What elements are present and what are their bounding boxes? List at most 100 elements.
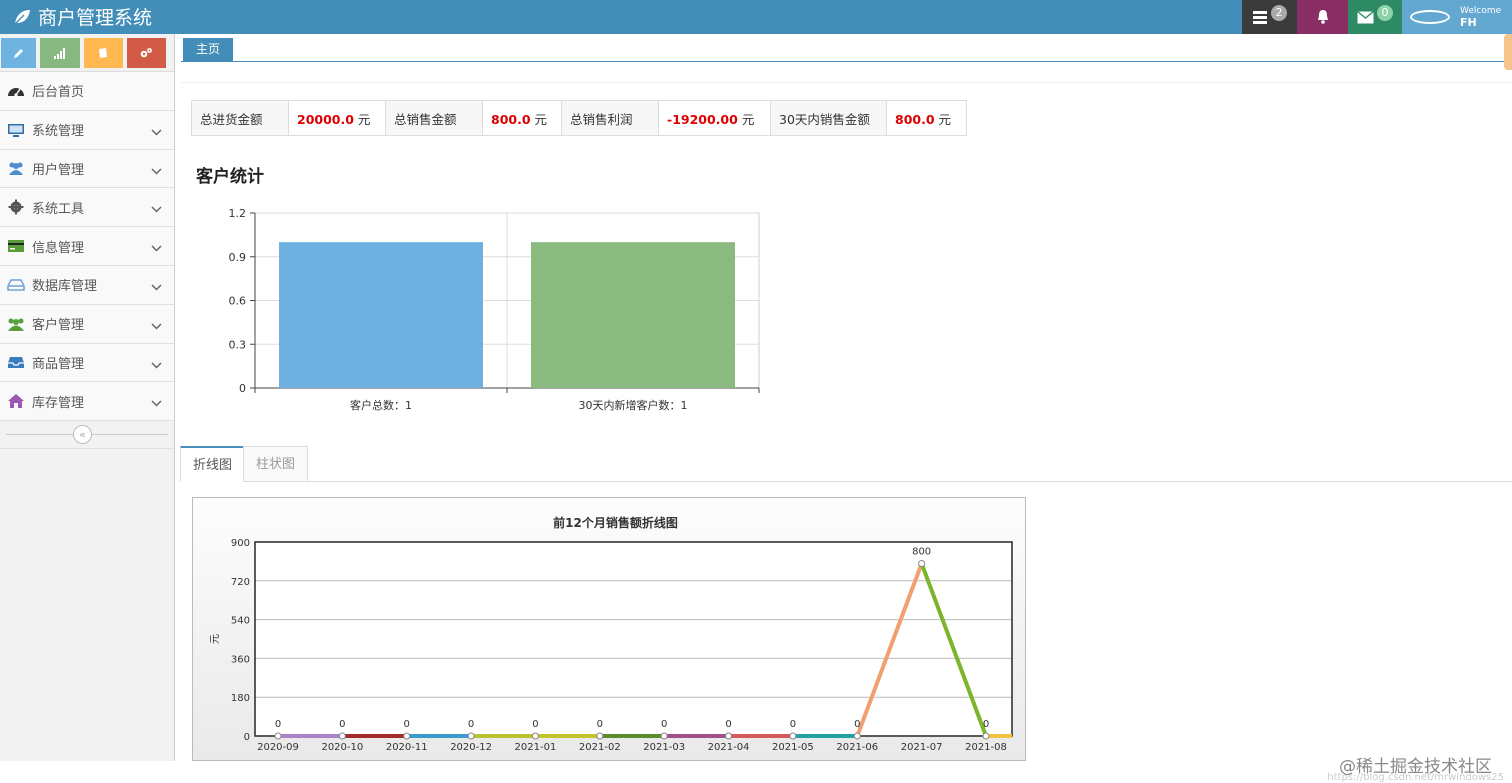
sidebar-item[interactable]: 客户管理 (0, 304, 174, 344)
data-point (531, 732, 539, 740)
y-tick-label: 540 (231, 616, 250, 627)
purchase-value: 20000.0 (297, 111, 354, 127)
sidebar-item[interactable]: 用户管理 (0, 149, 174, 189)
x-category-label: 2020-10 (321, 742, 363, 753)
tasks-button[interactable]: 2 (1242, 0, 1297, 34)
shortcut-cogs-button[interactable] (126, 38, 167, 68)
data-label: 0 (275, 719, 281, 730)
sales-value: 800.0 (491, 111, 531, 127)
top-navbar: 商户管理系统 2 0 Welcome FH (0, 0, 1512, 34)
shortcut-book-button[interactable] (83, 38, 123, 68)
tab-bar-chart[interactable]: 柱状图 (243, 446, 309, 482)
x-category-label: 2021-03 (643, 742, 685, 753)
x-category-label: 客户总数：1 (350, 398, 412, 412)
dashboard-icon (0, 83, 32, 99)
group-icon (0, 316, 32, 332)
recent-sales-unit: 元 (938, 111, 952, 127)
y-tick-label: 180 (231, 693, 250, 704)
watermark-url: https://blog.csdn.net/mrwindows25 (1327, 772, 1504, 783)
sidebar-item[interactable]: 系统管理 (0, 110, 174, 150)
x-category-label: 2021-07 (901, 742, 943, 753)
sales-stats-table: 总进货金额 20000.0 元 总销售金额 800.0 元 总销售利润 -192… (191, 100, 967, 136)
x-category-label: 2021-08 (965, 742, 1007, 753)
settings-handle[interactable] (1504, 34, 1512, 70)
recent-sales-cell: 800.0 元 (886, 100, 967, 136)
purchase-unit: 元 (357, 111, 371, 127)
recent-sales-label: 30天内销售金额 (770, 100, 887, 136)
double-chevron-left-icon[interactable]: « (73, 425, 92, 445)
chevron-down-icon (151, 202, 162, 216)
sidebar-item[interactable]: 后台首页 (0, 72, 174, 111)
data-label: 0 (597, 719, 603, 730)
data-label: 0 (468, 719, 474, 730)
profit-unit: 元 (741, 111, 755, 127)
x-category-label: 2021-06 (836, 742, 878, 753)
chevron-down-icon (151, 125, 162, 139)
y-axis-label: 元 (210, 634, 221, 644)
x-category-label: 2021-04 (708, 742, 750, 753)
recent-sales-value: 800.0 (895, 111, 935, 127)
navbar-right: 2 0 Welcome FH (1242, 0, 1512, 34)
data-point (467, 732, 475, 740)
data-point (403, 732, 411, 740)
brand[interactable]: 商户管理系统 (12, 3, 152, 30)
inbox-icon (0, 355, 32, 369)
tab-line-chart[interactable]: 折线图 (180, 446, 246, 482)
sidebar-shortcuts (0, 34, 174, 72)
sidebar-menu: 后台首页 系统管理 用户管理 系统工具 信息管理数据库管理客户管理商品管理 库存管理 (0, 72, 174, 422)
x-category-label: 2020-11 (386, 742, 428, 753)
y-tick-label: 900 (231, 538, 250, 549)
cog-icon (0, 199, 32, 215)
profit-value: -19200.00 (667, 111, 738, 127)
users-icon (0, 160, 32, 176)
purchase-label: 总进货金额 (191, 100, 289, 136)
sidebar-item[interactable]: 商品管理 (0, 343, 174, 383)
tab-home[interactable]: 主页 (183, 38, 233, 61)
y-tick-label: 0.3 (229, 338, 247, 351)
y-tick-label: 720 (231, 577, 250, 588)
y-tick-label: 0.9 (229, 251, 247, 264)
shortcut-signal-button[interactable] (40, 38, 80, 68)
bar (531, 242, 735, 388)
chevron-down-icon (151, 280, 162, 294)
chevron-down-icon (151, 164, 162, 178)
sidebar-item[interactable]: 数据库管理 (0, 265, 174, 305)
book-icon (99, 48, 108, 58)
data-label: 0 (339, 719, 345, 730)
shortcut-edit-button[interactable] (1, 38, 37, 68)
pencil-icon (13, 49, 23, 58)
messages-button[interactable]: 0 (1348, 0, 1402, 34)
data-point (853, 732, 861, 740)
data-point (789, 732, 797, 740)
signal-icon (53, 48, 65, 59)
y-tick-label: 1.2 (229, 207, 247, 220)
sales-label: 总销售金额 (385, 100, 483, 136)
sidebar-item[interactable]: 库存管理 (0, 382, 174, 422)
sales-line-chart: 前12个月销售额折线图 0 180 360 540 720 900 元 0 2020-09 0 202… (210, 515, 1013, 753)
x-category-label: 2021-05 (772, 742, 814, 753)
y-tick-label: 360 (231, 654, 250, 665)
notifications-button[interactable] (1297, 0, 1348, 34)
y-tick-label: 0.6 (229, 295, 247, 308)
chart-tabs: 折线图 柱状图 (180, 446, 1512, 482)
user-menu[interactable]: Welcome FH (1402, 0, 1512, 34)
sidebar-item[interactable]: 系统工具 (0, 188, 174, 228)
chevron-down-icon (151, 319, 162, 333)
x-category-label: 2021-01 (515, 742, 557, 753)
sidebar-item-label: 数据库管理 (32, 279, 98, 295)
data-point (918, 560, 926, 568)
sales-line-chart-panel: 前12个月销售额折线图 0 180 360 540 720 900 元 0 2020-09 0 202… (192, 497, 1026, 761)
data-label: 0 (661, 719, 667, 730)
plot-area (255, 542, 1012, 736)
chevron-down-icon (151, 241, 162, 255)
sidebar-item[interactable]: 信息管理 (0, 227, 174, 266)
data-point (596, 732, 604, 740)
y-tick-label: 0 (239, 382, 246, 395)
data-point (274, 732, 282, 740)
sidebar-item-label: 客户管理 (32, 318, 85, 334)
chevron-down-icon (151, 358, 162, 372)
page-tabbar: 主页 (181, 38, 1512, 62)
tasks-icon (1253, 11, 1267, 24)
data-label: 0 (532, 719, 538, 730)
y-tick-label: 0 (244, 732, 250, 743)
